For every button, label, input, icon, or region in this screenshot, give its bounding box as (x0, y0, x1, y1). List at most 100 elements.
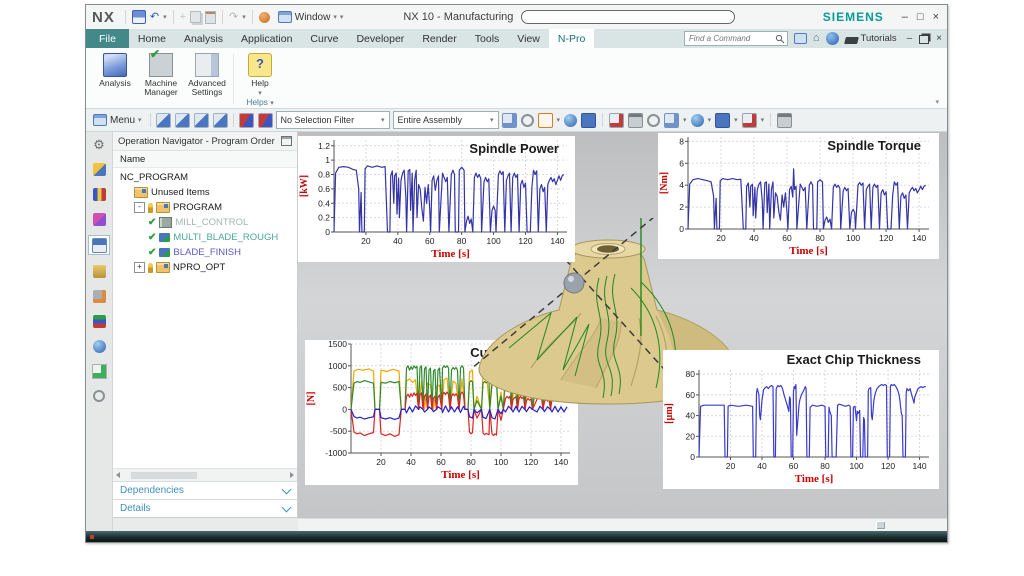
help-sphere-icon[interactable] (826, 32, 839, 45)
constraint-navigator-tab[interactable] (89, 185, 109, 203)
tab-file[interactable]: File (86, 29, 129, 48)
undock-icon[interactable] (281, 136, 292, 146)
doc-restore-icon[interactable] (919, 35, 929, 44)
select-method-icon[interactable] (213, 113, 228, 128)
tree-item-blade_finish[interactable]: ✔BLADE_FINISH (113, 245, 297, 260)
scroll-thumb[interactable] (131, 472, 197, 479)
rotate-icon[interactable] (521, 114, 534, 127)
select-general-icon[interactable] (175, 113, 190, 128)
selection-filter-dropdown[interactable]: No Selection Filter ▾ (276, 111, 390, 129)
gear-icon: ⚙ (93, 138, 105, 151)
studio-icon[interactable] (581, 113, 596, 128)
ribbon-button-label: Machine Manager (138, 79, 184, 98)
tab-home[interactable]: Home (129, 29, 175, 48)
window-cascade-icon[interactable] (664, 113, 679, 128)
maximize-button[interactable]: □ (917, 11, 924, 23)
ribbon-collapse-icon[interactable]: ▾ (935, 98, 939, 106)
tab-n-pro[interactable]: N-Pro (549, 29, 594, 48)
tree-item-unused items[interactable]: Unused Items (113, 185, 297, 200)
tab-developer[interactable]: Developer (347, 29, 413, 48)
window-menu[interactable]: Window ▾ ▾ (278, 11, 344, 23)
svg-text:140: 140 (912, 461, 926, 471)
tree-item-label: NC_PROGRAM (120, 172, 188, 183)
studio-icon[interactable] (715, 113, 730, 128)
navigator-column-header[interactable]: Name (113, 151, 297, 168)
layer-navigator-tab[interactable] (89, 312, 109, 330)
machine-manager-button[interactable]: Machine Manager (138, 50, 184, 108)
select-scope-icon[interactable] (156, 113, 171, 128)
paste-icon[interactable] (205, 11, 216, 24)
menu-button[interactable]: Menu ▾ (90, 114, 145, 126)
select-filter-icon[interactable] (194, 113, 209, 128)
redo-icon[interactable]: ↷ (229, 11, 238, 24)
check-icon: ✔ (148, 218, 156, 228)
internet-tab[interactable] (89, 337, 109, 355)
touch-mode-icon[interactable] (259, 12, 270, 23)
ribbon-group-caption[interactable]: Helps ▾ (236, 97, 284, 107)
fit-view-icon[interactable] (538, 113, 553, 128)
tree-item-program[interactable]: -PROGRAM (113, 200, 297, 215)
shaded-icon[interactable] (691, 114, 704, 127)
expand-icon[interactable]: + (134, 262, 145, 273)
collapse-icon[interactable]: - (134, 202, 145, 213)
save-icon[interactable] (132, 10, 146, 24)
snapshot-icon[interactable] (742, 113, 757, 128)
part-navigator-tab[interactable] (89, 210, 109, 228)
advanced-settings-button[interactable]: Advanced Settings (184, 50, 230, 108)
tab-render[interactable]: Render (413, 29, 465, 48)
tree-item-multi_blade_rough[interactable]: ✔MULTI_BLADE_ROUGH (113, 230, 297, 245)
history-tab[interactable] (89, 362, 109, 380)
clock-tab[interactable] (89, 387, 109, 405)
switch-window-icon[interactable] (794, 33, 807, 44)
doc-close-button[interactable]: × (936, 33, 942, 44)
film-icon[interactable] (628, 113, 643, 128)
snapshot-icon[interactable] (609, 113, 624, 128)
film-icon[interactable] (777, 113, 792, 128)
svg-text:8: 8 (679, 136, 684, 146)
copy-icon[interactable] (190, 11, 201, 23)
tab-curve[interactable]: Curve (301, 29, 347, 48)
tab-tools[interactable]: Tools (466, 29, 509, 48)
cut-icon[interactable]: + (180, 11, 186, 24)
resource-bar: ⚙ (86, 132, 113, 531)
assembly-scope-dropdown[interactable]: Entire Assembly ▾ (393, 111, 499, 129)
scroll-left-icon[interactable] (116, 472, 120, 478)
assembly-navigator-tab[interactable] (89, 160, 109, 178)
graphics-window[interactable]: 2040608010012014000.20.40.60.811.2[kW]Ti… (298, 132, 947, 531)
tab-analysis[interactable]: Analysis (175, 29, 232, 48)
section-details[interactable]: Details (113, 499, 297, 517)
undo-icon[interactable]: ↶ (150, 11, 159, 24)
tree-item-npro_opt[interactable]: +NPRO_OPT (113, 260, 297, 275)
close-button[interactable]: × (933, 11, 939, 23)
home-icon[interactable]: ⌂ (813, 32, 820, 45)
machine-tool-tab[interactable] (89, 287, 109, 305)
svg-text:140: 140 (554, 457, 568, 467)
svg-text:60: 60 (789, 461, 799, 471)
machining-wizard-tab[interactable] (89, 262, 109, 280)
tree-item-nc_program[interactable]: NC_PROGRAM (113, 170, 297, 185)
snap-point-icon[interactable] (239, 113, 254, 128)
rotate-icon[interactable] (647, 114, 660, 127)
horizontal-scrollbar[interactable] (113, 468, 297, 481)
thumbnail-toggle-icon[interactable] (876, 521, 885, 529)
operation-navigator-tab[interactable] (88, 235, 110, 255)
history-icon (92, 364, 107, 379)
scroll-right-icon[interactable] (290, 472, 294, 478)
svg-text:Spindle Power: Spindle Power (469, 141, 559, 156)
caret-down-icon[interactable]: ▾ (340, 13, 344, 21)
snap-enable-icon[interactable] (258, 113, 273, 128)
gear-tab[interactable]: ⚙ (89, 135, 109, 153)
window-cascade-icon[interactable] (502, 113, 517, 128)
tab-view[interactable]: View (508, 29, 549, 48)
doc-minimize-button[interactable]: – (907, 33, 913, 44)
find-command-box[interactable] (684, 31, 788, 46)
analysis-button[interactable]: Analysis (92, 50, 138, 108)
tutorials-button[interactable]: Tutorials (845, 33, 897, 44)
caret-down-icon: ▾ (557, 116, 561, 124)
tab-application[interactable]: Application (232, 29, 301, 48)
tree-item-mill_control[interactable]: ✔MILL_CONTROL (113, 215, 297, 230)
find-command-input[interactable] (687, 33, 775, 44)
shaded-icon[interactable] (564, 114, 577, 127)
minimize-button[interactable]: – (902, 11, 908, 23)
section-dependencies[interactable]: Dependencies (113, 481, 297, 499)
